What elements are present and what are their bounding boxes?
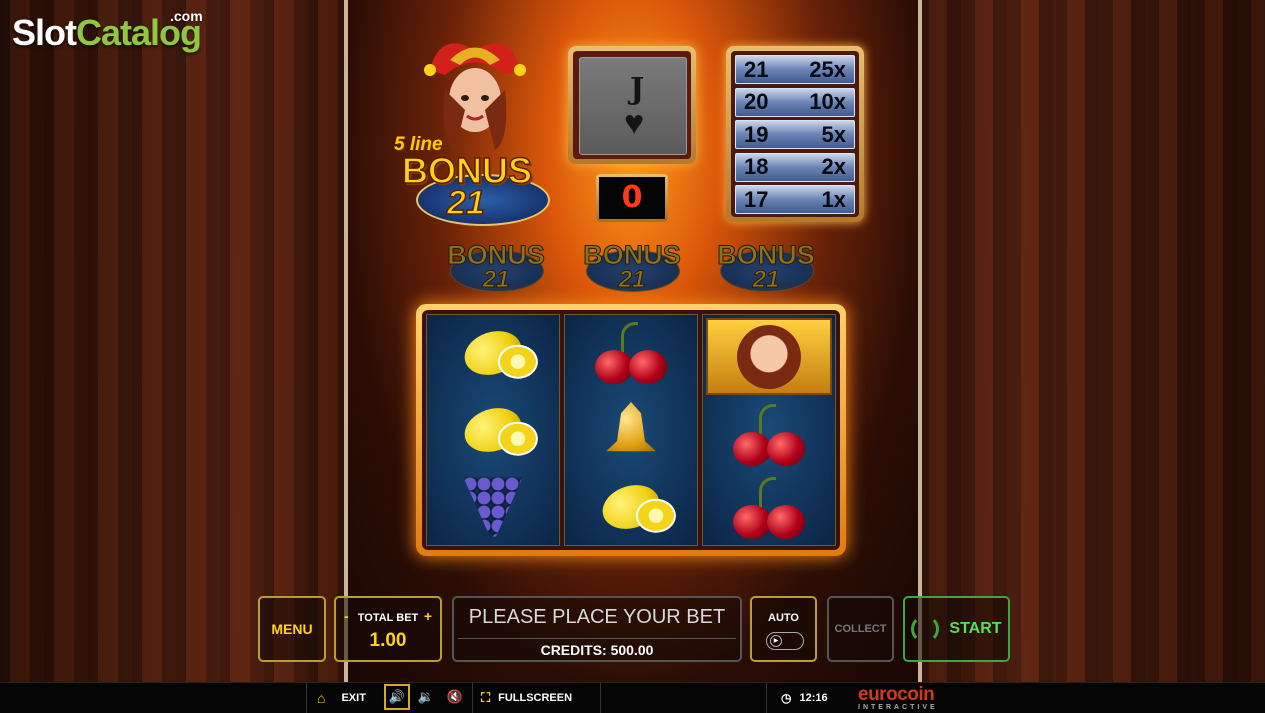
card-rank: J <box>630 72 645 107</box>
exit-label: EXIT <box>341 692 366 704</box>
start-button[interactable]: START <box>903 596 1010 662</box>
auto-toggle[interactable]: ▶ <box>766 632 804 650</box>
mini-bonus-logo-3: BONUS 21 <box>717 240 816 294</box>
sound-full-icon[interactable]: 🔊 <box>384 684 410 710</box>
play-icon: ▶ <box>770 635 782 647</box>
bar-spacer <box>600 683 663 713</box>
bet-increase-button[interactable]: + <box>424 608 432 624</box>
paytable-points: 21 <box>744 56 769 82</box>
paytable-row: 19 5x <box>735 120 855 149</box>
fullscreen-button[interactable]: ⛶ FULLSCREEN <box>472 683 599 713</box>
curtain-right <box>915 0 1265 682</box>
exit-button[interactable]: ⌂ EXIT <box>306 683 393 713</box>
total-bet-value: 1.00 <box>369 630 407 651</box>
paytable-points: 19 <box>744 121 769 147</box>
paytable-multiplier: 1x <box>821 186 846 212</box>
paytable-multiplier: 5x <box>821 121 846 147</box>
lemon-icon <box>427 392 559 469</box>
status-message: PLEASE PLACE YOUR BET <box>468 606 726 628</box>
total-bet-control: - TOTAL BET + 1.00 <box>334 596 442 662</box>
clock-time: 12:16 <box>799 692 828 704</box>
bottom-bar: ⌂ EXIT 🔊 🔉 🔇 ⛶ FULLSCREEN ◷ 12:16 euroco… <box>0 682 1265 713</box>
auto-play-button[interactable]: AUTO ▶ <box>750 596 817 662</box>
paytable-points: 20 <box>744 89 769 114</box>
spin-icon <box>911 615 940 643</box>
fullscreen-label: FULLSCREEN <box>498 692 573 704</box>
card-points-counter: 0 <box>596 174 668 222</box>
menu-label: MENU <box>271 621 313 637</box>
cherries-icon <box>703 398 835 471</box>
bell-icon <box>565 392 697 469</box>
paytable-points: 17 <box>744 186 769 212</box>
grapes-icon <box>427 468 559 545</box>
jester-icon <box>706 318 832 396</box>
mini-bonus-logo-2: BONUS 21 <box>583 240 682 294</box>
clock-icon: ◷ <box>781 691 792 705</box>
dealer-card: J ♥ <box>579 57 687 155</box>
eurocoin-logo: eurocoin INTERACTIVE <box>858 684 938 711</box>
paytable-row: 21 25x <box>735 55 855 84</box>
paytable-multiplier: 2x <box>821 154 846 179</box>
fullscreen-icon: ⛶ <box>481 690 491 705</box>
paytable-multiplier: 10x <box>809 89 846 114</box>
slotcatalog-logo: SlotCatalog .com <box>12 8 203 53</box>
menu-button[interactable]: MENU <box>258 596 326 662</box>
curtain-left <box>0 0 345 682</box>
lemon-icon <box>427 315 559 392</box>
collect-label: COLLECT <box>834 623 887 635</box>
clock: ◷ 12:16 <box>766 683 861 713</box>
auto-label: AUTO <box>768 612 799 624</box>
dealer-card-frame: J ♥ <box>568 46 696 164</box>
jester-character-image <box>420 30 530 150</box>
sound-mute-icon[interactable]: 🔇 <box>442 684 468 710</box>
reels-frame <box>416 304 846 556</box>
collect-button[interactable]: COLLECT <box>827 596 894 662</box>
credits-display: CREDITS: 500.00 <box>540 642 654 658</box>
home-icon: ⌂ <box>317 690 326 706</box>
cherries-icon <box>565 315 697 392</box>
cherries-icon <box>703 472 835 545</box>
paytable: 21 25x 20 10x 19 5x 18 2x 17 1x <box>726 46 864 222</box>
mini-bonus-logo-1: BONUS 21 <box>447 240 546 294</box>
paytable-multiplier: 25x <box>809 56 846 82</box>
message-panel: PLEASE PLACE YOUR BET CREDITS: 500.00 <box>452 596 742 662</box>
sound-low-icon[interactable]: 🔉 <box>413 684 439 710</box>
paytable-points: 18 <box>744 154 769 179</box>
reel-3 <box>702 314 836 546</box>
reel-2 <box>564 314 698 546</box>
paytable-row: 18 2x <box>735 152 855 182</box>
start-label: START <box>949 620 1002 637</box>
paytable-row: 20 10x <box>735 87 855 117</box>
game-title-logo: 5 line BONUS 21 <box>392 134 562 226</box>
reel-1 <box>426 314 560 546</box>
lemon-icon <box>565 468 697 545</box>
paytable-row: 17 1x <box>735 185 855 214</box>
heart-suit-icon: ♥ <box>624 104 645 142</box>
